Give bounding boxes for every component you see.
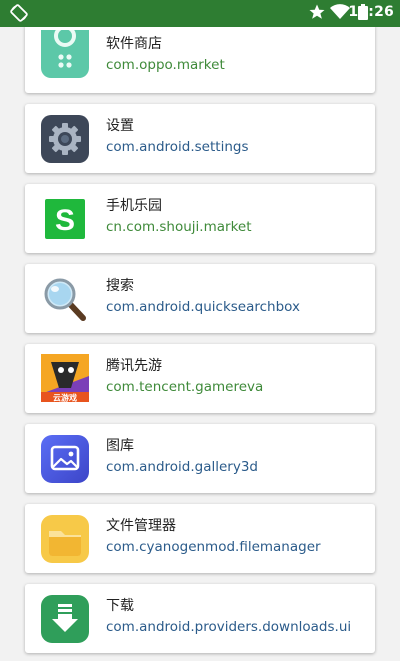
download-icon bbox=[41, 595, 89, 643]
wifi-icon bbox=[330, 4, 350, 24]
folder-icon bbox=[41, 515, 89, 563]
app-package: com.android.settings bbox=[106, 139, 249, 155]
app-name: 手机乐园 bbox=[106, 198, 162, 214]
shouji-letter: S bbox=[55, 204, 75, 237]
star-icon bbox=[308, 3, 326, 25]
app-card-gallery3d[interactable]: 图库 com.android.gallery3d bbox=[25, 424, 375, 493]
app-name: 下载 bbox=[106, 598, 134, 614]
app-package: com.oppo.market bbox=[106, 57, 225, 73]
app-card-downloads-ui[interactable]: 下载 com.android.providers.downloads.ui bbox=[25, 584, 375, 653]
status-clock: 10:26 bbox=[348, 4, 394, 20]
magnifier-icon bbox=[41, 275, 89, 323]
header-divider bbox=[0, 24, 400, 27]
store-icon bbox=[41, 20, 89, 78]
app-name: 图库 bbox=[106, 438, 134, 454]
screen-rotate-icon bbox=[10, 4, 28, 26]
app-card-filemanager[interactable]: 文件管理器 com.cyanogenmod.filemanager bbox=[25, 504, 375, 573]
app-package: cn.com.shouji.market bbox=[106, 219, 252, 235]
shouji-market-icon: S bbox=[41, 195, 89, 243]
app-card-tencent-gamereva[interactable]: 云游戏 腾讯先游 com.tencent.gamereva bbox=[25, 344, 375, 413]
app-package: com.tencent.gamereva bbox=[106, 379, 264, 395]
app-name: 文件管理器 bbox=[106, 518, 176, 534]
app-package: com.android.providers.downloads.ui bbox=[106, 619, 352, 635]
app-list: 软件商店 com.oppo.market 设置 com.android.sett… bbox=[0, 0, 400, 661]
app-card-quicksearchbox[interactable]: 搜索 com.android.quicksearchbox bbox=[25, 264, 375, 333]
app-name: 搜索 bbox=[106, 278, 134, 294]
app-package: com.android.gallery3d bbox=[106, 459, 258, 475]
app-card-settings[interactable]: 设置 com.android.settings bbox=[25, 104, 375, 173]
app-card-oppo-market[interactable]: 软件商店 com.oppo.market bbox=[25, 20, 375, 93]
gallery-icon bbox=[41, 435, 89, 483]
status-bar: 10:26 bbox=[0, 0, 400, 24]
app-card-shouji-market[interactable]: S 手机乐园 cn.com.shouji.market bbox=[25, 184, 375, 253]
app-package: com.cyanogenmod.filemanager bbox=[106, 539, 321, 555]
app-package: com.android.quicksearchbox bbox=[106, 299, 301, 315]
app-name: 腾讯先游 bbox=[106, 358, 162, 374]
tencent-badge-text: 云游戏 bbox=[53, 393, 77, 403]
app-name: 软件商店 bbox=[106, 36, 162, 52]
tencent-game-icon: 云游戏 bbox=[41, 354, 89, 403]
app-name: 设置 bbox=[106, 118, 134, 134]
settings-gear-icon bbox=[41, 115, 89, 163]
